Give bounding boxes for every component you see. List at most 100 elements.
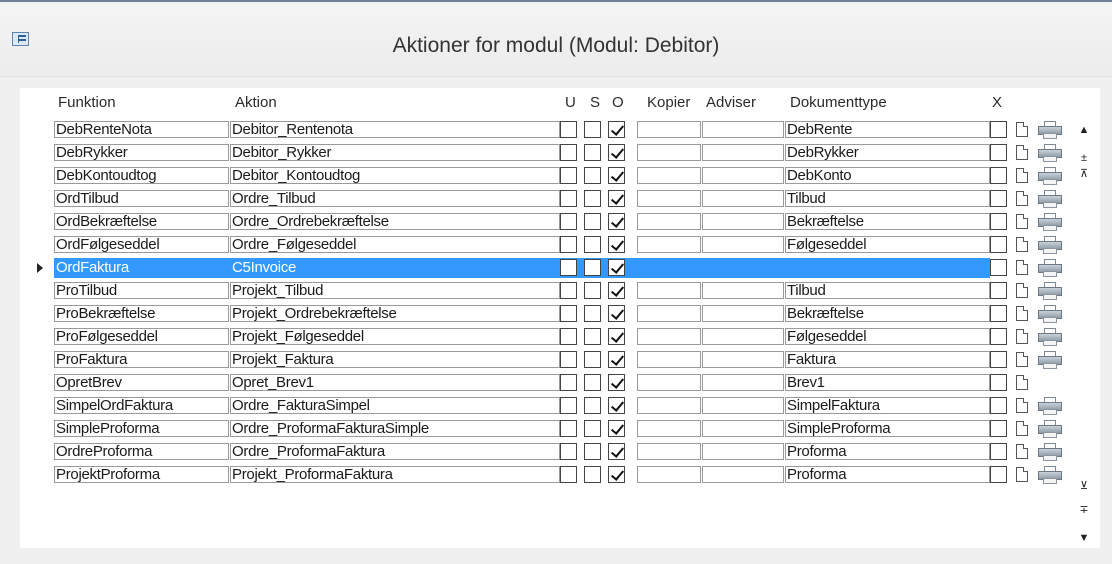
x-checkbox[interactable] — [990, 466, 1007, 483]
x-checkbox[interactable] — [990, 213, 1007, 230]
printer-icon[interactable] — [1037, 397, 1063, 415]
printer-icon[interactable] — [1037, 420, 1063, 438]
u-checkbox[interactable] — [560, 420, 577, 437]
kopier-field[interactable] — [637, 213, 701, 230]
adviser-field[interactable] — [702, 351, 784, 368]
kopier-field[interactable] — [637, 167, 701, 184]
s-checkbox[interactable] — [584, 443, 601, 460]
document-icon[interactable] — [1016, 306, 1028, 321]
o-checkbox[interactable] — [608, 397, 625, 414]
u-checkbox[interactable] — [560, 144, 577, 161]
document-icon[interactable] — [1016, 145, 1028, 160]
s-checkbox[interactable] — [584, 351, 601, 368]
table-row[interactable]: ProFølgeseddel Projekt_Følgeseddel Følgese… — [54, 327, 1062, 347]
o-checkbox[interactable] — [608, 351, 625, 368]
scroll-up-button[interactable]: ▲ — [1076, 122, 1092, 138]
document-icon[interactable] — [1016, 283, 1028, 298]
table-row[interactable]: DebRykker Debitor_Rykker DebRykker — [54, 143, 1062, 163]
x-checkbox[interactable] — [990, 374, 1007, 391]
printer-icon[interactable] — [1037, 351, 1063, 369]
kopier-field[interactable] — [637, 282, 701, 299]
table-row[interactable]: OrdFaktura C5Invoice — [54, 258, 1062, 278]
s-checkbox[interactable] — [584, 167, 601, 184]
adviser-field[interactable] — [702, 236, 784, 253]
x-checkbox[interactable] — [990, 236, 1007, 253]
last-record-button[interactable]: ⊻ — [1076, 478, 1092, 494]
document-icon[interactable] — [1016, 237, 1028, 252]
document-icon[interactable] — [1016, 214, 1028, 229]
table-row[interactable]: ProjektProforma Projekt_ProformaFaktura Pr… — [54, 465, 1062, 485]
x-checkbox[interactable] — [990, 259, 1007, 276]
s-checkbox[interactable] — [584, 236, 601, 253]
kopier-field[interactable] — [637, 190, 701, 207]
adviser-field[interactable] — [702, 167, 784, 184]
printer-icon[interactable] — [1037, 305, 1063, 323]
document-icon[interactable] — [1016, 191, 1028, 206]
s-checkbox[interactable] — [584, 397, 601, 414]
u-checkbox[interactable] — [560, 213, 577, 230]
table-row[interactable]: ProFaktura Projekt_Faktura Faktura — [54, 350, 1062, 370]
table-row[interactable]: OrdTilbud Ordre_Tilbud Tilbud — [54, 189, 1062, 209]
kopier-field[interactable] — [637, 305, 701, 322]
kopier-field[interactable] — [637, 466, 701, 483]
x-checkbox[interactable] — [990, 282, 1007, 299]
adviser-field[interactable] — [702, 443, 784, 460]
x-checkbox[interactable] — [990, 144, 1007, 161]
document-icon[interactable] — [1016, 444, 1028, 459]
o-checkbox[interactable] — [608, 213, 625, 230]
s-checkbox[interactable] — [584, 305, 601, 322]
scroll-down-button[interactable]: ▼ — [1076, 530, 1092, 546]
o-checkbox[interactable] — [608, 374, 625, 391]
u-checkbox[interactable] — [560, 259, 577, 276]
table-row[interactable]: ProBekræftelse Projekt_Ordrebekræftelse Be… — [54, 304, 1062, 324]
o-checkbox[interactable] — [608, 190, 625, 207]
printer-icon[interactable] — [1037, 190, 1063, 208]
kopier-field[interactable] — [637, 443, 701, 460]
u-checkbox[interactable] — [560, 351, 577, 368]
printer-icon[interactable] — [1037, 466, 1063, 484]
s-checkbox[interactable] — [584, 121, 601, 138]
kopier-field[interactable] — [637, 236, 701, 253]
kopier-field[interactable] — [637, 351, 701, 368]
kopier-field[interactable] — [637, 420, 701, 437]
u-checkbox[interactable] — [560, 466, 577, 483]
printer-icon[interactable] — [1037, 121, 1063, 139]
document-icon[interactable] — [1016, 421, 1028, 436]
s-checkbox[interactable] — [584, 328, 601, 345]
document-icon[interactable] — [1016, 260, 1028, 275]
x-checkbox[interactable] — [990, 351, 1007, 368]
adviser-field[interactable] — [702, 466, 784, 483]
printer-icon[interactable] — [1037, 328, 1063, 346]
s-checkbox[interactable] — [584, 374, 601, 391]
s-checkbox[interactable] — [584, 259, 601, 276]
printer-icon[interactable] — [1037, 259, 1063, 277]
first-record-button[interactable]: ⊼ — [1076, 166, 1092, 182]
table-row[interactable]: SimpelOrdFaktura Ordre_FakturaSimpel Simpe… — [54, 396, 1062, 416]
printer-icon[interactable] — [1037, 282, 1063, 300]
adviser-field[interactable] — [702, 374, 784, 391]
u-checkbox[interactable] — [560, 443, 577, 460]
table-row[interactable]: ProTilbud Projekt_Tilbud Tilbud — [54, 281, 1062, 301]
adviser-field[interactable] — [702, 144, 784, 161]
o-checkbox[interactable] — [608, 466, 625, 483]
x-checkbox[interactable] — [990, 305, 1007, 322]
adviser-field[interactable] — [702, 121, 784, 138]
printer-icon[interactable] — [1037, 213, 1063, 231]
o-checkbox[interactable] — [608, 121, 625, 138]
table-row[interactable]: SimpleProforma Ordre_ProformaFakturaSimpl… — [54, 419, 1062, 439]
kopier-field[interactable] — [637, 328, 701, 345]
o-checkbox[interactable] — [608, 236, 625, 253]
u-checkbox[interactable] — [560, 397, 577, 414]
x-checkbox[interactable] — [990, 328, 1007, 345]
kopier-field[interactable] — [637, 144, 701, 161]
printer-icon[interactable] — [1037, 443, 1063, 461]
printer-icon[interactable] — [1037, 144, 1063, 162]
adviser-field[interactable] — [702, 397, 784, 414]
x-checkbox[interactable] — [990, 443, 1007, 460]
kopier-field[interactable] — [637, 374, 701, 391]
table-row[interactable]: OrdBekræftelse Ordre_Ordrebekræftelse Bekr… — [54, 212, 1062, 232]
s-checkbox[interactable] — [584, 190, 601, 207]
o-checkbox[interactable] — [608, 420, 625, 437]
s-checkbox[interactable] — [584, 213, 601, 230]
document-icon[interactable] — [1016, 329, 1028, 344]
